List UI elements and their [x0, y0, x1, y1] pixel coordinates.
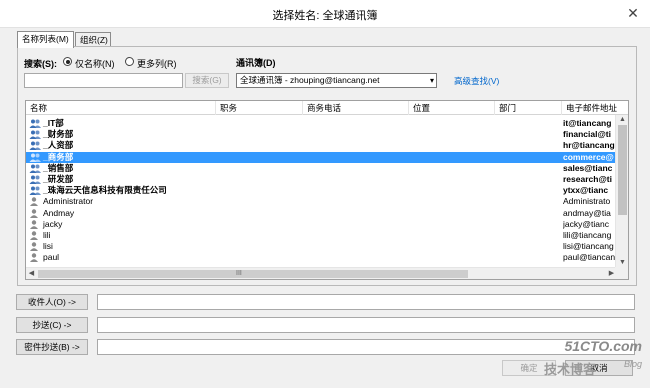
contact-name: _IT部 — [43, 118, 64, 128]
contact-name: _销售部 — [43, 162, 74, 173]
search-label: 搜索(S): — [24, 59, 57, 69]
contact-name: Andmay — [43, 207, 75, 218]
contact-name: lisi — [43, 241, 53, 252]
contact-name: paul — [43, 252, 60, 263]
list-item[interactable]: _研发部 research@ti — [26, 174, 616, 185]
address-book-label: 通讯簿(D) — [236, 58, 276, 68]
list-item[interactable]: _IT部 it@tiancang — [26, 118, 616, 129]
contact-name: jacky — [43, 218, 63, 229]
watermark-line1: 51CTO.com — [564, 338, 642, 354]
cc-button[interactable]: 抄送(C) -> — [16, 317, 88, 333]
column-header-title[interactable]: 职务 — [216, 101, 303, 115]
group-icon — [29, 164, 41, 173]
title-bar: 选择姓名: 全球通讯簿 ✕ — [0, 0, 650, 28]
user-icon — [29, 253, 41, 263]
horizontal-scroll-thumb[interactable] — [38, 270, 468, 278]
column-header-email[interactable]: 电子邮件地址 — [562, 101, 628, 115]
column-header-name[interactable]: 名称 — [26, 101, 216, 115]
list-item[interactable]: paul paul@tiancan — [26, 252, 616, 263]
address-list[interactable]: 名称 职务 商务电话 位置 部门 电子邮件地址 _IT部 it@tiancang _… — [25, 100, 629, 280]
user-icon — [29, 197, 41, 207]
advanced-find-link[interactable]: 高级查找(V) — [454, 75, 499, 87]
contact-name: Administrator — [43, 196, 94, 207]
contact-email: lisi@tiancang — [563, 241, 614, 252]
to-field[interactable] — [97, 294, 635, 310]
contact-email: ytxx@tianc — [563, 185, 609, 196]
radio-more-columns-label[interactable]: 更多列(R) — [137, 57, 177, 70]
contact-email: hr@tiancang — [563, 140, 615, 151]
vertical-scrollbar[interactable]: ▲ ▼ — [615, 115, 628, 268]
address-book-value: 全球通讯簿 - zhouping@tiancang.net — [240, 75, 380, 85]
watermark-line3: Blog — [623, 359, 642, 369]
close-icon[interactable]: ✕ — [622, 4, 644, 22]
contact-email: lili@tiancang — [563, 230, 612, 240]
tab-name-list[interactable]: 名称列表(M) — [17, 31, 74, 48]
user-icon — [29, 242, 41, 252]
column-header-location[interactable]: 位置 — [409, 101, 495, 115]
list-item[interactable]: _人资部 hr@tiancang — [26, 140, 616, 151]
horizontal-scrollbar[interactable]: ◀ III ▶ — [26, 267, 617, 279]
user-icon — [29, 231, 41, 240]
scroll-up-icon[interactable]: ▲ — [616, 115, 628, 125]
tab-organization[interactable]: 组织(Z) — [75, 32, 111, 47]
chevron-down-icon: ▾ — [429, 76, 434, 85]
contact-email: paul@tiancan — [563, 252, 616, 263]
contact-email: andmay@tia — [563, 207, 611, 218]
list-item[interactable]: lili lili@tiancang — [26, 230, 616, 241]
column-header-department[interactable]: 部门 — [495, 101, 562, 115]
contact-name: _珠海云天信息科技有限责任公司 — [43, 185, 167, 196]
list-item[interactable]: Administrator Administrato — [26, 196, 616, 207]
list-item[interactable]: _商务部 commerce@ — [26, 151, 616, 163]
contact-name: _人资部 — [43, 140, 74, 151]
column-header-business-phone[interactable]: 商务电话 — [303, 101, 409, 115]
group-icon — [29, 175, 41, 184]
contact-email: commerce@ — [563, 151, 614, 162]
scroll-corner — [615, 267, 628, 279]
address-book-select[interactable]: 全球通讯簿 - zhouping@tiancang.net ▾ — [236, 73, 437, 88]
scroll-left-icon[interactable]: ◀ — [26, 268, 37, 279]
list-item[interactable]: _财务部 financial@ti — [26, 129, 616, 140]
search-button[interactable]: 搜索(G) — [185, 73, 229, 88]
cc-field[interactable] — [97, 317, 635, 333]
to-button[interactable]: 收件人(O) -> — [16, 294, 88, 310]
list-item[interactable]: _珠海云天信息科技有限责任公司 ytxx@tianc — [26, 185, 616, 196]
group-icon — [29, 119, 41, 128]
list-item[interactable]: lisi lisi@tiancang — [26, 241, 616, 252]
contact-email: research@ti — [563, 174, 612, 184]
watermark-logo: 51CTO.com 技术博客 Blog — [540, 338, 644, 382]
watermark-line2: 技术博客 — [544, 362, 597, 377]
bcc-button[interactable]: 密件抄送(B) -> — [16, 339, 88, 355]
list-item[interactable]: _销售部 sales@tianc — [26, 163, 616, 174]
list-item[interactable]: Andmay andmay@tia — [26, 208, 616, 219]
contact-email: jacky@tianc — [563, 218, 609, 229]
radio-name-only-label[interactable]: 仅名称(N) — [75, 57, 115, 70]
contact-email: financial@ti — [563, 129, 611, 140]
window-title: 选择姓名: 全球通讯簿 — [272, 10, 378, 22]
radio-name-only[interactable] — [63, 57, 72, 66]
group-icon — [29, 141, 41, 151]
group-icon — [29, 153, 41, 162]
list-item[interactable]: jacky jacky@tianc — [26, 219, 616, 230]
vertical-scroll-thumb[interactable] — [618, 125, 627, 215]
contact-email: Administrato — [563, 196, 611, 207]
radio-more-columns[interactable] — [125, 57, 134, 66]
contact-name: lili — [43, 230, 51, 240]
group-icon — [29, 130, 41, 140]
user-icon — [29, 220, 41, 229]
user-icon — [29, 208, 41, 218]
contact-name: _财务部 — [43, 129, 74, 140]
contact-email: sales@tianc — [563, 162, 613, 173]
group-icon — [29, 186, 41, 196]
list-header: 名称 职务 商务电话 位置 部门 电子邮件地址 — [26, 101, 628, 115]
search-input[interactable] — [24, 73, 183, 88]
contact-name: _研发部 — [43, 174, 74, 184]
contact-name: _商务部 — [43, 151, 74, 162]
scroll-grip: III — [236, 270, 242, 277]
contact-email: it@tiancang — [563, 118, 612, 128]
name-list-panel: 搜索(S): 仅名称(N) 更多列(R) 搜索(G) 通讯簿(D) 全球通讯簿 … — [17, 46, 637, 286]
